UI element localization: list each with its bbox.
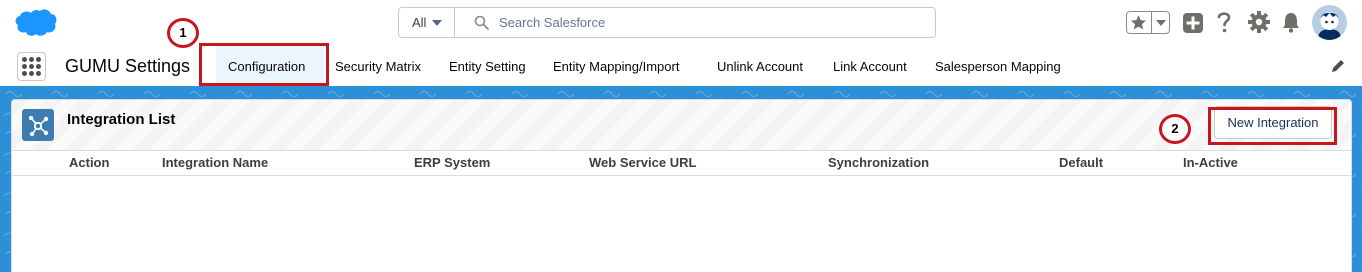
avatar[interactable]: [1312, 5, 1347, 40]
column-header-action[interactable]: Action: [69, 155, 109, 170]
tab-link-account[interactable]: Link Account: [833, 46, 907, 86]
card-title: Integration List: [67, 111, 176, 128]
tab-unlink-account[interactable]: Unlink Account: [717, 46, 803, 86]
search-icon: [474, 15, 489, 30]
search-scope-label: All: [412, 15, 427, 30]
tab-security-matrix[interactable]: Security Matrix: [335, 46, 421, 86]
column-header-synchronization[interactable]: Synchronization: [828, 155, 929, 170]
app-launcher-button[interactable]: [17, 52, 46, 81]
pencil-icon[interactable]: [1330, 58, 1346, 74]
integration-list-card: Integration List New Integration Action …: [11, 99, 1352, 272]
bell-icon[interactable]: [1281, 11, 1301, 33]
network-icon: [28, 115, 49, 137]
column-header-web-service-url[interactable]: Web Service URL: [589, 155, 696, 170]
search-scope-dropdown[interactable]: All: [399, 8, 455, 37]
divider: [1151, 12, 1152, 33]
search-input[interactable]: [499, 9, 919, 36]
annotation-marker-1: 1: [167, 18, 199, 48]
content-area: Integration List New Integration Action …: [0, 86, 1362, 272]
card-header: Integration List New Integration: [12, 100, 1351, 150]
user-avatar-icon: [1312, 5, 1347, 40]
help-icon[interactable]: [1215, 10, 1233, 34]
column-header-integration-name[interactable]: Integration Name: [162, 155, 268, 170]
global-header: All: [0, 0, 1362, 46]
global-actions-button[interactable]: [1183, 13, 1203, 33]
chevron-down-icon[interactable]: [1156, 20, 1166, 27]
annotation-highlight-box: [199, 43, 329, 86]
gear-icon[interactable]: [1247, 10, 1271, 34]
column-header-default[interactable]: Default: [1059, 155, 1103, 170]
favorites-button[interactable]: [1126, 11, 1170, 34]
integration-list-icon: [22, 109, 54, 141]
app-name: GUMU Settings: [65, 56, 191, 76]
column-header-erp-system[interactable]: ERP System: [414, 155, 490, 170]
annotation-marker-2: 2: [1159, 114, 1191, 144]
star-icon: [1131, 15, 1146, 30]
tab-entity-mapping-import[interactable]: Entity Mapping/Import: [553, 46, 679, 86]
salesforce-logo[interactable]: [13, 8, 57, 38]
annotation-highlight-box: [1208, 107, 1337, 145]
tab-entity-setting[interactable]: Entity Setting: [449, 46, 526, 86]
chevron-down-icon: [432, 20, 442, 26]
tab-salesperson-mapping[interactable]: Salesperson Mapping: [935, 46, 1061, 86]
table-header-row: Action Integration Name ERP System Web S…: [12, 150, 1351, 176]
plus-icon: [1186, 16, 1200, 30]
column-header-in-active[interactable]: In-Active: [1183, 155, 1238, 170]
global-search: All: [398, 7, 936, 38]
